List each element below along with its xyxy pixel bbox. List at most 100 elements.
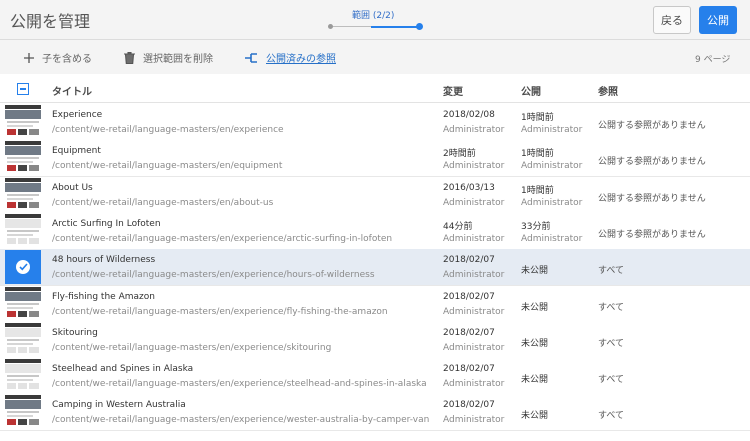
row-path: /content/we-retail/language-masters/en/e…	[52, 415, 430, 426]
table-header: タイトル 変更 公開 参照	[0, 74, 750, 103]
row-published: 未公開	[521, 302, 549, 313]
row-published: 未公開	[521, 411, 549, 422]
remove-selection-label: 選択範囲を削除	[143, 54, 213, 65]
table-row[interactable]: 48 hours of Wilderness/content/we-retail…	[0, 249, 750, 287]
table-row[interactable]: Fly-fishing the Amazon/content/we-retail…	[0, 285, 750, 323]
page-thumbnail[interactable]	[5, 141, 41, 176]
page-title: 公開を管理	[10, 12, 91, 31]
references-icon	[244, 52, 258, 64]
row-modified: 44分前	[443, 221, 473, 232]
row-published: 未公開	[521, 375, 549, 386]
row-title: Skitouring	[52, 327, 98, 338]
published-references-label: 公開済みの参照	[266, 54, 336, 65]
row-title: Steelhead and Spines in Alaska	[52, 364, 194, 375]
row-references: すべて	[598, 411, 625, 422]
row-references: 公開する参照がありません	[598, 121, 706, 131]
checkmark-icon	[16, 260, 30, 275]
action-toolbar: 子を含める 選択範囲を削除 公開済みの参照 9 ページ	[0, 40, 750, 74]
page-thumbnail[interactable]	[5, 105, 41, 139]
row-published: 1時間前	[521, 149, 554, 160]
row-modified: 2018/02/07	[443, 400, 495, 411]
include-children-button[interactable]: 子を含める	[24, 50, 92, 65]
row-modified-by: Administrator	[443, 270, 505, 281]
row-title: 48 hours of Wilderness	[52, 255, 156, 266]
page-thumbnail[interactable]	[5, 359, 41, 394]
row-published-by: Administrator	[521, 233, 583, 244]
wizard-step-1-dot	[328, 24, 333, 29]
page-thumbnail[interactable]	[5, 395, 41, 430]
row-title: Experience	[52, 110, 103, 120]
table-row[interactable]: Equipment/content/we-retail/language-mas…	[0, 140, 750, 178]
table-row[interactable]: Camping in Western Australia/content/we-…	[0, 394, 750, 432]
row-modified-by: Administrator	[443, 379, 505, 390]
row-references: すべて	[598, 266, 625, 277]
wizard-step-label: 範囲 (2/2)	[352, 11, 395, 21]
row-path: /content/we-retail/language-masters/en/a…	[52, 197, 274, 208]
back-button[interactable]: 戻る	[653, 6, 691, 34]
row-references: すべて	[598, 375, 625, 386]
row-references: 公開する参照がありません	[598, 157, 706, 168]
table-row[interactable]: Arctic Surfing In Lofoten/content/we-ret…	[0, 212, 750, 250]
row-modified-by: Administrator	[443, 197, 505, 208]
row-modified: 2018/02/07	[443, 364, 495, 375]
row-path: /content/we-retail/language-masters/en/e…	[52, 306, 388, 317]
wizard-track-current	[371, 26, 419, 28]
row-published: 33分前	[521, 221, 551, 232]
wizard-step-indicator: 範囲 (2/2)	[328, 8, 423, 32]
row-title: Camping in Western Australia	[52, 400, 186, 411]
row-modified-by: Administrator	[443, 342, 505, 353]
row-published-by: Administrator	[521, 125, 583, 135]
row-path: /content/we-retail/language-masters/en/e…	[52, 379, 427, 390]
row-modified: 2時間前	[443, 149, 476, 160]
row-path: /content/we-retail/language-masters/en/e…	[52, 270, 375, 281]
column-header-published[interactable]: 公開	[521, 83, 541, 98]
page-thumbnail[interactable]	[5, 286, 41, 321]
column-header-references[interactable]: 参照	[598, 83, 618, 98]
row-modified: 2016/03/13	[443, 182, 495, 193]
row-modified-by: Administrator	[443, 306, 505, 317]
table-row[interactable]: About Us/content/we-retail/language-mast…	[0, 176, 750, 214]
select-all-checkbox[interactable]	[17, 83, 29, 95]
row-published-by: Administrator	[521, 161, 583, 172]
include-children-label: 子を含める	[42, 54, 92, 65]
row-modified-by: Administrator	[443, 125, 505, 135]
row-published: 未公開	[521, 266, 549, 277]
table-row[interactable]: Experience/content/we-retail/language-ma…	[0, 104, 750, 141]
column-header-modified[interactable]: 変更	[443, 83, 463, 98]
row-modified-by: Administrator	[443, 233, 505, 244]
page-thumbnail[interactable]	[5, 322, 41, 357]
row-modified: 2018/02/08	[443, 110, 495, 120]
header-bar: 公開を管理 範囲 (2/2) 戻る 公開	[0, 0, 750, 40]
remove-selection-button[interactable]: 選択範囲を削除	[124, 50, 213, 65]
published-references-button[interactable]: 公開済みの参照	[244, 50, 336, 65]
row-path: /content/we-retail/language-masters/en/e…	[52, 233, 393, 244]
row-path: /content/we-retail/language-masters/en/e…	[52, 161, 283, 172]
row-references: 公開する参照がありません	[598, 229, 706, 240]
row-modified: 2018/02/07	[443, 255, 495, 266]
table-row[interactable]: Steelhead and Spines in Alaska/content/w…	[0, 358, 750, 396]
row-published-by: Administrator	[521, 197, 583, 208]
table-row[interactable]: Skitouring/content/we-retail/language-ma…	[0, 321, 750, 359]
row-published: 未公開	[521, 338, 549, 349]
row-title: Arctic Surfing In Lofoten	[52, 218, 161, 229]
trash-icon	[124, 51, 135, 64]
row-title: About Us	[52, 182, 93, 193]
wizard-step-2-dot	[416, 23, 423, 30]
plus-icon	[24, 52, 34, 63]
column-header-title[interactable]: タイトル	[52, 83, 92, 98]
page-thumbnail[interactable]	[5, 213, 41, 248]
publish-button[interactable]: 公開	[699, 6, 737, 34]
row-published: 1時間前	[521, 113, 554, 123]
page-thumbnail[interactable]	[5, 177, 41, 212]
row-references: すべて	[598, 302, 625, 313]
row-references: 公開する参照がありません	[598, 193, 706, 204]
row-modified-by: Administrator	[443, 161, 505, 172]
pages-table: タイトル 変更 公開 参照 Experience/content/we-reta…	[0, 74, 750, 441]
row-modified-by: Administrator	[443, 415, 505, 426]
row-modified: 2018/02/07	[443, 327, 495, 338]
row-title: Fly-fishing the Amazon	[52, 291, 155, 302]
row-selected-checkbox[interactable]	[5, 250, 41, 285]
page-count: 9 ページ	[695, 55, 731, 65]
row-references: すべて	[598, 338, 625, 349]
row-path: /content/we-retail/language-masters/en/e…	[52, 125, 284, 135]
